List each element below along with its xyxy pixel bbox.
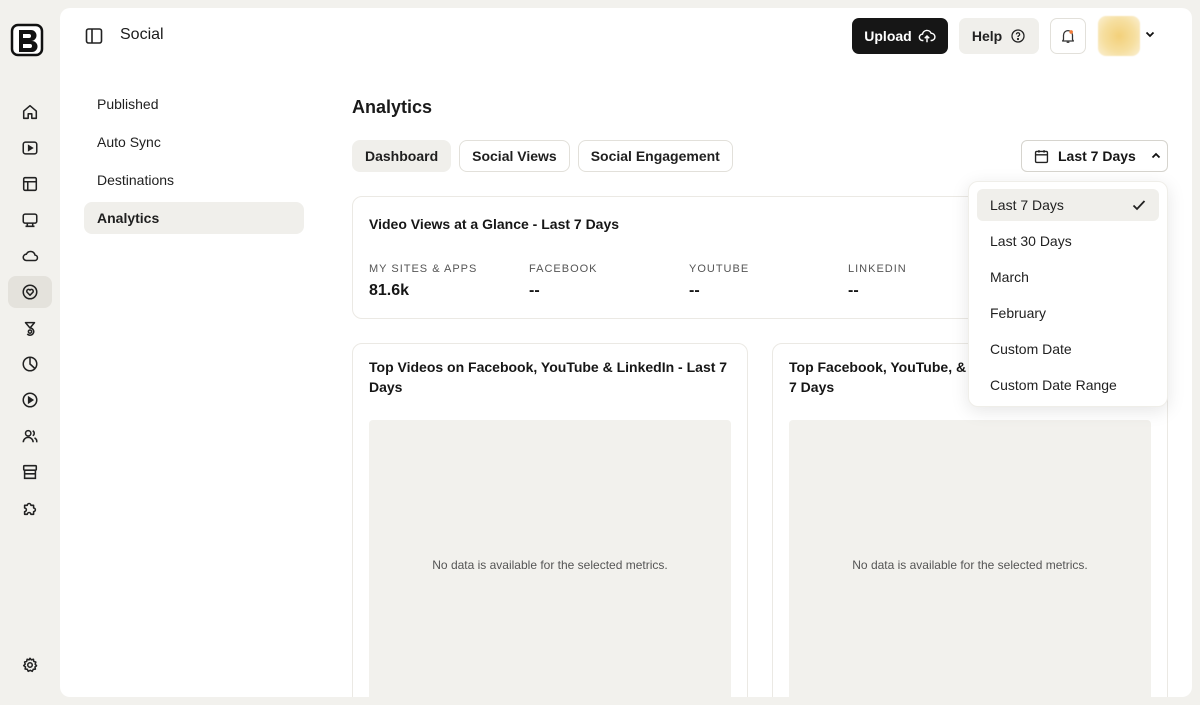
- home-icon[interactable]: [8, 96, 52, 128]
- notifications-button[interactable]: [1050, 18, 1086, 54]
- card-title: Top Videos on Facebook, YouTube & Linked…: [369, 359, 728, 395]
- monitor-icon[interactable]: [8, 204, 52, 236]
- menu-item-label: March: [990, 269, 1029, 285]
- date-range-label: Last 7 Days: [1058, 148, 1136, 164]
- chevron-down-icon[interactable]: [1144, 28, 1156, 40]
- upload-label: Upload: [864, 28, 912, 44]
- analytics-tabs: Dashboard Social Views Social Engagement: [352, 140, 733, 172]
- menu-item-label: February: [990, 305, 1047, 321]
- analytics-pie-icon[interactable]: [8, 348, 52, 380]
- metric-linkedin: LINKEDIN --: [848, 263, 907, 300]
- menu-item-label: Custom Date: [990, 341, 1072, 357]
- tab-social-views[interactable]: Social Views: [459, 140, 570, 172]
- help-button[interactable]: Help: [959, 18, 1039, 54]
- date-range-menu: Last 7 Days Last 30 Days March February …: [968, 181, 1168, 407]
- flow-icon[interactable]: [8, 312, 52, 344]
- menu-item-february[interactable]: February: [977, 297, 1159, 329]
- user-avatar[interactable]: [1098, 16, 1140, 56]
- settings-gear-icon[interactable]: [8, 649, 52, 681]
- subnav-item-destinations[interactable]: Destinations: [84, 164, 304, 196]
- menu-item-last-30-days[interactable]: Last 30 Days: [977, 225, 1159, 257]
- empty-state: No data is available for the selected me…: [789, 420, 1151, 697]
- tab-dashboard[interactable]: Dashboard: [352, 140, 452, 172]
- social-heart-icon[interactable]: [8, 276, 52, 308]
- menu-item-custom-date-range[interactable]: Custom Date Range: [977, 369, 1159, 401]
- puzzle-icon[interactable]: [8, 492, 52, 524]
- metric-value: 81.6k: [369, 282, 410, 299]
- date-range-select[interactable]: Last 7 Days: [1021, 140, 1168, 172]
- subnav-label: Destinations: [97, 172, 175, 188]
- sidebar-toggle-icon[interactable]: [84, 26, 104, 46]
- layout-icon[interactable]: [8, 168, 52, 200]
- empty-state: No data is available for the selected me…: [369, 420, 731, 697]
- metric-value: --: [689, 282, 700, 299]
- subnav-label: Published: [97, 96, 159, 112]
- metric-my-sites: MY SITES & APPS 81.6k: [369, 263, 477, 300]
- top-videos-card: Top Videos on Facebook, YouTube & Linked…: [352, 343, 748, 697]
- tab-social-engagement[interactable]: Social Engagement: [577, 140, 733, 172]
- app-rail: [0, 0, 60, 705]
- metric-label: FACEBOOK: [529, 263, 598, 275]
- metric-label: YOUTUBE: [689, 263, 750, 275]
- cloud-upload-icon: [918, 29, 936, 43]
- menu-item-label: Last 30 Days: [990, 233, 1072, 249]
- subnav-item-analytics[interactable]: Analytics: [84, 202, 304, 234]
- empty-state-text: No data is available for the selected me…: [432, 558, 668, 572]
- section-subnav: Published Auto Sync Destinations Analyti…: [84, 88, 304, 240]
- help-label: Help: [971, 28, 1003, 44]
- subnav-label: Auto Sync: [97, 134, 161, 150]
- menu-item-march[interactable]: March: [977, 261, 1159, 293]
- subnav-item-published[interactable]: Published: [84, 88, 304, 120]
- metric-value: --: [848, 282, 859, 299]
- metric-youtube: YOUTUBE --: [689, 263, 749, 300]
- empty-state-text: No data is available for the selected me…: [852, 558, 1088, 572]
- glance-title: Video Views at a Glance - Last 7 Days: [369, 216, 620, 232]
- page-title: Analytics: [352, 97, 433, 117]
- calendar-icon: [1034, 149, 1049, 163]
- upload-button[interactable]: Upload: [852, 18, 948, 54]
- users-icon[interactable]: [8, 420, 52, 452]
- menu-item-last-7-days[interactable]: Last 7 Days: [977, 189, 1159, 221]
- chevron-up-icon: [1151, 152, 1160, 159]
- section-title: Social: [120, 26, 164, 43]
- menu-item-custom-date[interactable]: Custom Date: [977, 333, 1159, 365]
- metric-label: LINKEDIN: [848, 263, 907, 275]
- bell-icon: [1061, 29, 1075, 43]
- question-circle-icon: [1011, 29, 1025, 43]
- menu-item-label: Custom Date Range: [990, 377, 1117, 393]
- check-icon: [1132, 200, 1146, 211]
- play-circle-icon[interactable]: [8, 384, 52, 416]
- subnav-item-auto-sync[interactable]: Auto Sync: [84, 126, 304, 158]
- metric-facebook: FACEBOOK --: [529, 263, 598, 300]
- metric-label: MY SITES & APPS: [369, 263, 478, 275]
- store-icon[interactable]: [8, 456, 52, 488]
- subnav-label: Analytics: [97, 210, 160, 226]
- brand-logo[interactable]: [10, 22, 46, 58]
- metric-value: --: [529, 282, 540, 299]
- menu-item-label: Last 7 Days: [990, 197, 1064, 213]
- video-play-icon[interactable]: [8, 132, 52, 164]
- cloud-icon[interactable]: [8, 240, 52, 272]
